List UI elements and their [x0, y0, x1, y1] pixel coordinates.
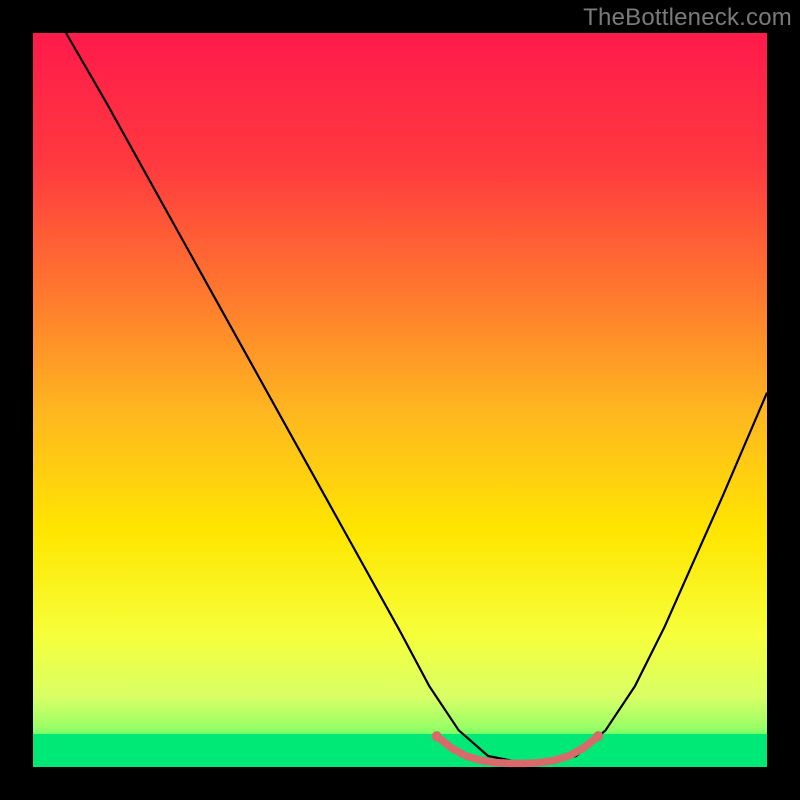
green-band [33, 734, 767, 767]
sweet-spot-dot [593, 731, 603, 741]
sweet-spot-dot [432, 731, 442, 741]
chart-canvas: TheBottleneck.com [0, 0, 800, 800]
watermark-text: TheBottleneck.com [583, 4, 792, 32]
chart-svg [0, 0, 800, 800]
plot-background [33, 33, 767, 767]
